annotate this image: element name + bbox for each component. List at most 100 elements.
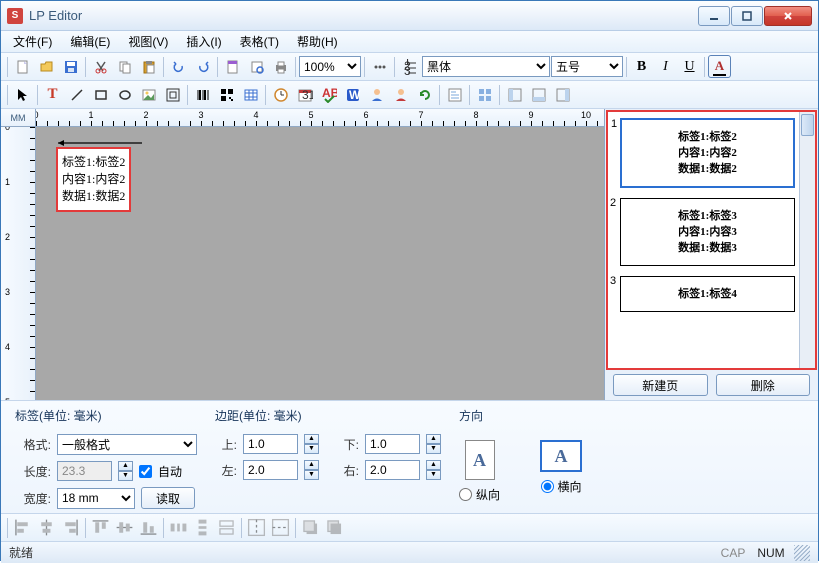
preview-scrollbar[interactable]	[799, 112, 815, 368]
delete-page-button[interactable]: 删除	[716, 374, 811, 396]
font-size-select[interactable]: 五号	[551, 56, 623, 77]
print-preview-icon[interactable]	[245, 55, 268, 78]
close-button[interactable]	[764, 6, 812, 26]
font-color-button[interactable]: A	[708, 55, 731, 78]
standard-toolbar: 100% 123 黑体 五号 B I U A	[1, 53, 818, 81]
length-input[interactable]	[57, 461, 112, 481]
same-width-icon[interactable]	[215, 516, 238, 539]
svg-text:W: W	[349, 88, 361, 102]
margin-top-input[interactable]	[243, 434, 298, 454]
align-toolbar	[1, 513, 818, 541]
line-tool-icon[interactable]	[65, 83, 88, 106]
table-icon[interactable]	[239, 83, 262, 106]
person2-icon[interactable]	[389, 83, 412, 106]
titlebar: S LP Editor	[1, 1, 818, 31]
layout2-icon[interactable]	[527, 83, 550, 106]
word-icon[interactable]: W	[341, 83, 364, 106]
portrait-radio[interactable]	[459, 488, 472, 501]
spellcheck-icon[interactable]: ABC	[317, 83, 340, 106]
minimize-button[interactable]	[698, 6, 730, 26]
paste-icon[interactable]	[137, 55, 160, 78]
margin-left-input[interactable]	[243, 460, 298, 480]
length-down[interactable]: ▼	[118, 471, 133, 481]
layout3-icon[interactable]	[551, 83, 574, 106]
num-indicator: NUM	[752, 546, 790, 560]
new-page-button[interactable]: 新建页	[613, 374, 708, 396]
landscape-radio[interactable]	[541, 480, 554, 493]
menubar: 文件(F) 编辑(E) 视图(V) 插入(I) 表格(T) 帮助(H)	[1, 31, 818, 53]
preview-item[interactable]: 2标签1:标签3内容1:内容3数据1:数据3	[620, 198, 795, 266]
grid-icon[interactable]	[473, 83, 496, 106]
align-left-icon[interactable]	[11, 516, 34, 539]
read-button[interactable]: 读取	[141, 487, 195, 509]
menu-help[interactable]: 帮助(H)	[289, 31, 346, 52]
align-center-h-icon[interactable]	[35, 516, 58, 539]
auto-checkbox[interactable]	[139, 465, 152, 478]
rect-tool-icon[interactable]	[89, 83, 112, 106]
canvas-area[interactable]: MM 0123456789101112 012345 标签1:标签2 内容1:内…	[1, 109, 604, 400]
preview-item[interactable]: 3标签1:标签4	[620, 276, 795, 312]
person-icon[interactable]	[365, 83, 388, 106]
pointer-tool-icon[interactable]	[11, 83, 34, 106]
width-select[interactable]: 18 mm	[57, 488, 135, 509]
cut-icon[interactable]	[89, 55, 112, 78]
copy-icon[interactable]	[113, 55, 136, 78]
app-icon: S	[7, 8, 23, 24]
ruler-vertical: 012345	[1, 127, 36, 400]
barcode-icon[interactable]	[191, 83, 214, 106]
layout1-icon[interactable]	[503, 83, 526, 106]
menu-table[interactable]: 表格(T)	[232, 31, 287, 52]
margin-right-input[interactable]	[365, 460, 420, 480]
open-icon[interactable]	[35, 55, 58, 78]
menu-view[interactable]: 视图(V)	[120, 31, 176, 52]
calendar-icon[interactable]: 31	[293, 83, 316, 106]
margin-bottom-input[interactable]	[365, 434, 420, 454]
portrait-option[interactable]: A 纵向	[459, 440, 500, 503]
frame-tool-icon[interactable]	[161, 83, 184, 106]
numbering-icon[interactable]: 123	[398, 55, 421, 78]
bring-front-icon[interactable]	[299, 516, 322, 539]
italic-button[interactable]: I	[654, 55, 677, 78]
format-select[interactable]: 一般格式	[57, 434, 197, 455]
maximize-button[interactable]	[731, 6, 763, 26]
bold-button[interactable]: B	[630, 55, 653, 78]
form-icon[interactable]	[443, 83, 466, 106]
new-icon[interactable]	[11, 55, 34, 78]
zoom-select[interactable]: 100%	[299, 56, 361, 77]
distribute-h-icon[interactable]	[167, 516, 190, 539]
properties-panel: 标签(单位: 毫米) 格式:一般格式 长度:▲▼自动 宽度:18 mm读取 边距…	[1, 400, 818, 513]
underline-button[interactable]: U	[678, 55, 701, 78]
send-back-icon[interactable]	[323, 516, 346, 539]
print-icon[interactable]	[269, 55, 292, 78]
preview-item[interactable]: 1标签1:标签2内容1:内容2数据1:数据2	[620, 118, 795, 188]
align-bottom-icon[interactable]	[137, 516, 160, 539]
landscape-option[interactable]: A 横向	[540, 440, 582, 503]
redo-icon[interactable]	[191, 55, 214, 78]
distribute-v-icon[interactable]	[191, 516, 214, 539]
page-setup-icon[interactable]	[221, 55, 244, 78]
center-page-h-icon[interactable]	[245, 516, 268, 539]
center-page-v-icon[interactable]	[269, 516, 292, 539]
label-line: 标签1:标签2	[62, 154, 125, 171]
options-icon[interactable]	[368, 55, 391, 78]
preview-list[interactable]: 1标签1:标签2内容1:内容2数据1:数据2 2标签1:标签3内容1:内容3数据1…	[606, 110, 817, 370]
menu-edit[interactable]: 编辑(E)	[62, 31, 118, 52]
ellipse-tool-icon[interactable]	[113, 83, 136, 106]
menu-insert[interactable]: 插入(I)	[178, 31, 229, 52]
cap-indicator: CAP	[714, 546, 752, 560]
image-tool-icon[interactable]	[137, 83, 160, 106]
qrcode-icon[interactable]	[215, 83, 238, 106]
resize-grip[interactable]	[794, 545, 810, 561]
undo-icon[interactable]	[167, 55, 190, 78]
label-object[interactable]: 标签1:标签2 内容1:内容2 数据1:数据2	[56, 147, 131, 212]
align-top-icon[interactable]	[89, 516, 112, 539]
font-select[interactable]: 黑体	[422, 56, 550, 77]
save-icon[interactable]	[59, 55, 82, 78]
text-tool-icon[interactable]: T	[41, 83, 64, 106]
length-up[interactable]: ▲	[118, 461, 133, 471]
clock-icon[interactable]	[269, 83, 292, 106]
refresh-icon[interactable]	[413, 83, 436, 106]
menu-file[interactable]: 文件(F)	[5, 31, 60, 52]
align-middle-icon[interactable]	[113, 516, 136, 539]
align-right-icon[interactable]	[59, 516, 82, 539]
